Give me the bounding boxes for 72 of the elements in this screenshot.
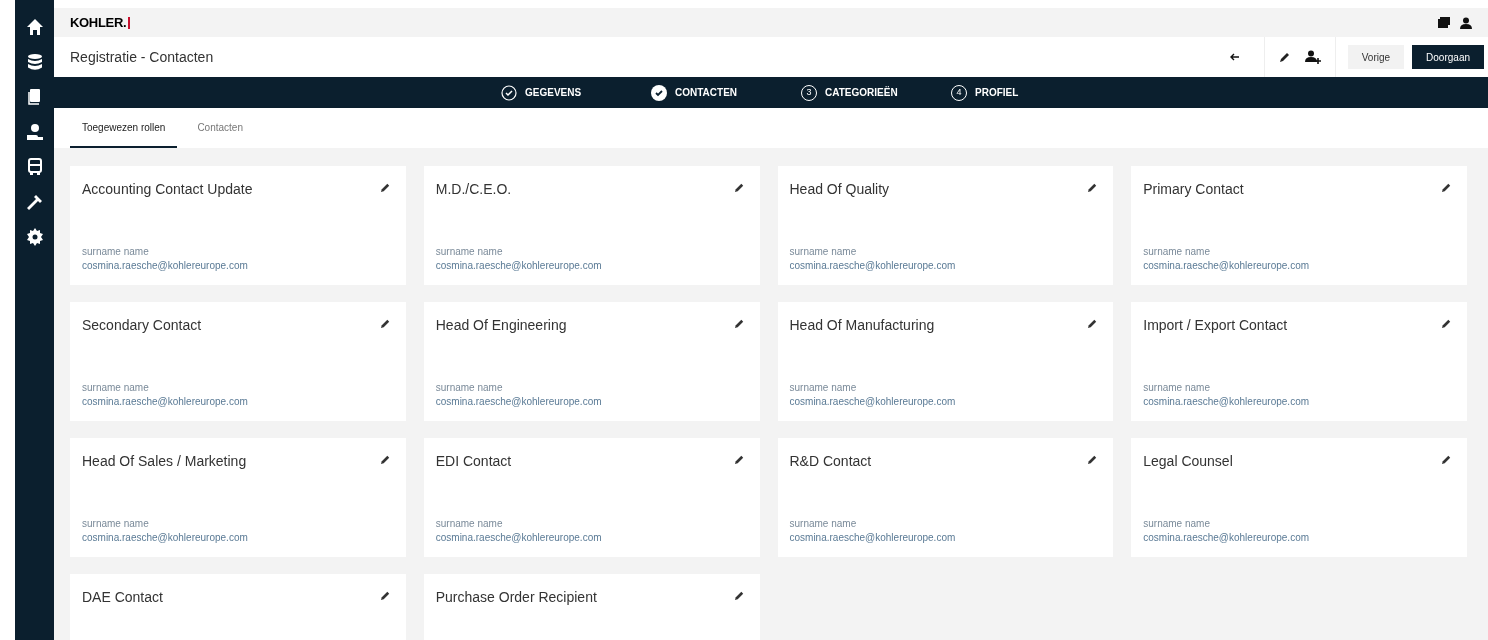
contact-email: cosmina.raesche@kohlereurope.com [1143, 531, 1311, 545]
edit-icon[interactable] [1278, 51, 1291, 63]
contact-email: cosmina.raesche@kohlereurope.com [789, 259, 957, 273]
role-title: Import / Export Contact [1143, 316, 1288, 335]
contact-name: surname name [789, 517, 858, 531]
contact-name: surname name [82, 517, 150, 531]
role-title: Head Of Quality [789, 180, 890, 199]
edit-icon[interactable] [379, 590, 391, 601]
step-label[interactable]: CATEGORIEËN [825, 85, 898, 100]
edit-icon[interactable] [733, 454, 745, 465]
edit-icon[interactable] [379, 318, 391, 329]
settings-icon[interactable] [25, 228, 44, 246]
contact-name: surname name [1143, 245, 1211, 259]
contact-email: cosmina.raesche@kohlereurope.com [82, 531, 249, 545]
edit-icon[interactable] [733, 590, 745, 601]
contact-name: surname name [1143, 517, 1211, 531]
role-title: Accounting Contact Update [82, 180, 253, 199]
documents-icon[interactable] [26, 88, 43, 106]
user-icon[interactable] [1460, 16, 1472, 29]
edit-icon[interactable] [1087, 318, 1099, 329]
step-label[interactable]: CONTACTEN [675, 85, 738, 100]
role-title: Head Of Engineering [435, 316, 567, 335]
role-title: DAE Contact [82, 588, 163, 607]
contact-email: cosmina.raesche@kohlereurope.com [82, 395, 249, 409]
edit-icon[interactable] [1441, 182, 1452, 193]
contact-name: surname name [435, 517, 504, 531]
role-title: Purchase Order Recipient [435, 588, 597, 607]
bus-icon[interactable] [26, 158, 43, 176]
contact-email: cosmina.raesche@kohlereurope.com [82, 259, 249, 273]
edit-icon[interactable] [733, 182, 745, 193]
role-title: M.D./C.E.O. [435, 180, 512, 199]
contact-email: cosmina.raesche@kohlereurope.com [1143, 259, 1311, 273]
hammer-icon[interactable] [25, 193, 44, 211]
contact-name: surname name [82, 381, 150, 395]
role-title: Head Of Manufacturing [789, 316, 935, 335]
role-title: Secondary Contact [82, 316, 202, 335]
contact-email: cosmina.raesche@kohlereurope.com [1143, 395, 1311, 409]
contact-name: surname name [435, 245, 504, 259]
role-title: Head Of Sales / Marketing [82, 452, 247, 471]
contact-name: surname name [789, 381, 858, 395]
contact-email: cosmina.raesche@kohlereurope.com [435, 259, 603, 273]
kohler-logo: KOHLER. [70, 12, 131, 33]
contact-name: surname name [435, 381, 504, 395]
home-icon[interactable] [25, 18, 44, 36]
contact-email: cosmina.raesche@kohlereurope.com [789, 395, 957, 409]
step-label[interactable]: PROFIEL [975, 85, 1019, 100]
contact-name: surname name [1143, 381, 1211, 395]
previous-button[interactable]: Vorige [1347, 45, 1405, 69]
contact-email: cosmina.raesche@kohlereurope.com [789, 531, 957, 545]
page-title: Registratie - Contacten [70, 47, 215, 67]
windows-icon[interactable] [1438, 17, 1450, 28]
contact-email: cosmina.raesche@kohlereurope.com [435, 395, 603, 409]
edit-icon[interactable] [1441, 318, 1452, 329]
step-label[interactable]: GEGEVENS [525, 85, 582, 100]
database-icon[interactable] [26, 53, 43, 71]
edit-icon[interactable] [1087, 454, 1099, 465]
contact-name: surname name [82, 245, 150, 259]
role-title: Primary Contact [1143, 180, 1244, 199]
continue-button[interactable]: Doorgaan [1412, 45, 1484, 69]
role-title: R&D Contact [789, 452, 872, 471]
add-user-icon[interactable] [1304, 50, 1321, 64]
contact-email: cosmina.raesche@kohlereurope.com [435, 531, 603, 545]
edit-icon[interactable] [733, 318, 745, 329]
edit-icon[interactable] [379, 454, 391, 465]
edit-icon[interactable] [379, 182, 391, 193]
role-title: Legal Counsel [1143, 452, 1233, 471]
role-title: EDI Contact [435, 452, 512, 471]
edit-icon[interactable] [1087, 182, 1099, 193]
tab[interactable]: Contacten [185, 108, 255, 148]
contact-name: surname name [789, 245, 858, 259]
back-arrow-icon[interactable] [1229, 53, 1240, 61]
edit-icon[interactable] [1441, 454, 1452, 465]
